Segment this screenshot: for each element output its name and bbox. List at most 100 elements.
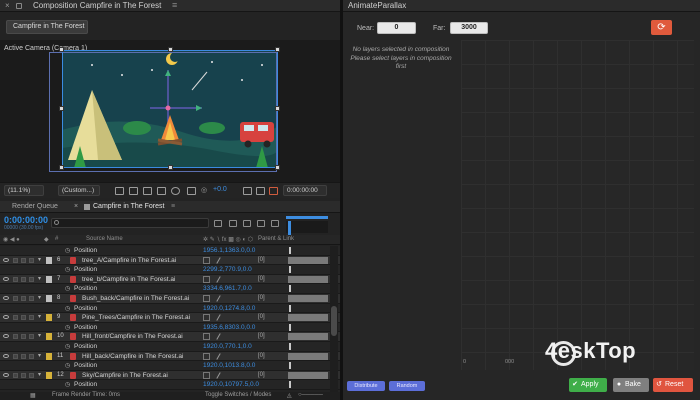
layer-row[interactable]: ▾ 8 Bush_back/Campfire in The Forest.ai [0] <box>0 293 340 304</box>
keyframe-marker[interactable] <box>289 285 291 293</box>
stopwatch-icon[interactable]: ◷ <box>65 266 70 273</box>
mask-visibility-icon[interactable] <box>143 187 152 195</box>
property-value[interactable]: 2299.2,770.9,0.0 <box>203 266 252 273</box>
property-row[interactable]: ◷ Position 3334.6,961.7,0.0 <box>0 284 340 294</box>
layer-name[interactable]: Hill_back/Campfire in The Forest.ai <box>82 353 183 360</box>
solo-toggle[interactable] <box>21 334 26 340</box>
parallax-grid-view[interactable] <box>461 40 694 370</box>
visibility-eye-icon[interactable] <box>3 295 9 300</box>
property-value[interactable]: 1920.0,770.1,0.0 <box>203 343 252 350</box>
close-icon[interactable]: × <box>74 203 78 210</box>
parent-value[interactable]: [0] <box>258 372 265 378</box>
property-row[interactable]: ◷ Position 1920.0,10797.5,0.0 <box>0 380 340 390</box>
layer-row[interactable]: ▾ 12 Sky/Campfire in The Forest.ai [0] <box>0 370 340 381</box>
transform-handle[interactable] <box>275 165 280 170</box>
composition-tab-title[interactable]: Composition Campfire in The Forest <box>33 1 161 10</box>
chevron-down-icon[interactable]: ▾ <box>38 275 41 282</box>
layer-duration-bar[interactable] <box>288 294 328 302</box>
bake-button[interactable]: ● Bake <box>613 378 649 392</box>
quality-switch[interactable] <box>216 276 221 283</box>
parent-column-header[interactable]: Parent & Link <box>258 236 294 242</box>
layer-duration-bar[interactable] <box>288 371 328 379</box>
reset-button[interactable]: ↺ Reset <box>653 378 693 392</box>
solo-toggle[interactable] <box>21 372 26 378</box>
audio-toggle[interactable] <box>13 295 18 301</box>
keyframe-marker[interactable] <box>289 304 291 312</box>
tab-campfire-timeline[interactable]: Campfire in The Forest <box>93 203 164 210</box>
lock-toggle[interactable] <box>29 353 34 359</box>
layer-duration-bar[interactable] <box>288 333 328 341</box>
stopwatch-icon[interactable]: ◷ <box>65 305 70 312</box>
animate-parallax-title[interactable]: AnimateParallax <box>348 1 406 10</box>
quality-switch[interactable] <box>216 295 221 302</box>
solo-toggle[interactable] <box>21 295 26 301</box>
keyframe-marker[interactable] <box>289 266 291 274</box>
parent-value[interactable]: [0] <box>258 257 265 263</box>
lock-toggle[interactable] <box>29 315 34 321</box>
draft-3d-icon[interactable] <box>229 220 237 227</box>
resolution-dropdown[interactable]: (Custom...) <box>58 185 100 196</box>
visibility-eye-icon[interactable] <box>3 334 9 339</box>
lock-toggle[interactable] <box>29 276 34 282</box>
shy-switch[interactable] <box>203 333 210 341</box>
layer-name[interactable]: Sky/Campfire in The Forest.ai <box>82 372 168 379</box>
lock-toggle[interactable] <box>29 295 34 301</box>
lock-toggle[interactable] <box>29 372 34 378</box>
stopwatch-icon[interactable]: ◷ <box>65 285 70 292</box>
solo-toggle[interactable] <box>21 257 26 263</box>
transform-handle[interactable] <box>168 165 173 170</box>
animate-parallax-tab[interactable]: AnimateParallax <box>343 0 700 12</box>
audio-toggle[interactable] <box>13 353 18 359</box>
stopwatch-icon[interactable]: ◷ <box>65 343 70 350</box>
layer-name[interactable]: tree_b/Campfire in The Forest.ai <box>82 276 175 283</box>
lock-icon[interactable] <box>16 3 22 9</box>
transform-handle[interactable] <box>59 106 64 111</box>
panel-menu-icon[interactable]: ≡ <box>172 0 177 10</box>
parent-value[interactable]: [0] <box>258 295 265 301</box>
far-input[interactable]: 3000 <box>450 22 488 34</box>
shy-switch[interactable] <box>203 314 210 322</box>
chevron-down-icon[interactable]: ▾ <box>38 294 41 301</box>
layer-duration-bar[interactable] <box>288 314 328 322</box>
property-value[interactable]: 1920.0,10797.5,0.0 <box>203 381 259 388</box>
layer-name[interactable]: tree_A/Campfire in The Forest.ai <box>82 257 176 264</box>
scrollbar-thumb[interactable] <box>331 306 337 336</box>
exposure-value[interactable]: +0.0 <box>213 186 227 193</box>
audio-toggle[interactable] <box>13 257 18 263</box>
snapshot-icon[interactable] <box>243 187 252 195</box>
tab-render-queue[interactable]: Render Queue <box>12 203 58 210</box>
transform-handle[interactable] <box>168 47 173 52</box>
grid-guides-icon[interactable] <box>157 187 166 195</box>
color-management-icon[interactable] <box>187 187 196 195</box>
property-value[interactable]: 1956.1,1363.0,0.0 <box>203 247 255 254</box>
chevron-down-icon[interactable]: ▾ <box>38 256 41 263</box>
composition-chip[interactable]: Campfire in The Forest <box>6 20 88 34</box>
keyframe-marker[interactable] <box>289 362 291 370</box>
chevron-down-icon[interactable]: ▾ <box>38 371 41 378</box>
quality-switch[interactable] <box>216 256 221 264</box>
keyframe-marker[interactable] <box>289 381 291 389</box>
color-channel-icon[interactable] <box>171 187 180 195</box>
audio-toggle[interactable] <box>13 372 18 378</box>
property-row[interactable]: ◷ Position 2299.2,770.9,0.0 <box>0 265 340 275</box>
stopwatch-icon[interactable]: ◷ <box>65 362 70 369</box>
label-color-swatch[interactable] <box>46 352 52 360</box>
solo-toggle[interactable] <box>21 276 26 282</box>
motion-blur-icon[interactable] <box>271 220 279 227</box>
property-row[interactable]: ◷ Position 1920.0,770.1,0.0 <box>0 341 340 352</box>
keyframe-marker[interactable] <box>289 323 291 331</box>
zoom-dropdown[interactable]: (11.1%) <box>4 185 44 196</box>
lock-toggle[interactable] <box>29 334 34 340</box>
current-time-display[interactable]: 0:00:00:00 <box>4 215 48 225</box>
distribute-button[interactable]: Distribute <box>347 381 385 391</box>
layer-name[interactable]: Pine_Trees/Campfire in The Forest.ai <box>82 314 190 321</box>
refresh-button[interactable]: ⟳ <box>651 20 672 35</box>
layer-name[interactable]: Bush_back/Campfire in The Forest.ai <box>82 295 189 302</box>
time-zoom-slider[interactable]: ○───── <box>298 392 323 398</box>
exposure-icon[interactable]: ◎ <box>201 186 207 194</box>
layer-row[interactable]: ▾ 11 Hill_back/Campfire in The Forest.ai [0… <box>0 351 340 362</box>
quality-switch[interactable] <box>216 352 221 360</box>
layer-search-input[interactable] <box>51 218 209 228</box>
parent-value[interactable]: [0] <box>258 314 265 320</box>
audio-toggle[interactable] <box>13 315 18 321</box>
